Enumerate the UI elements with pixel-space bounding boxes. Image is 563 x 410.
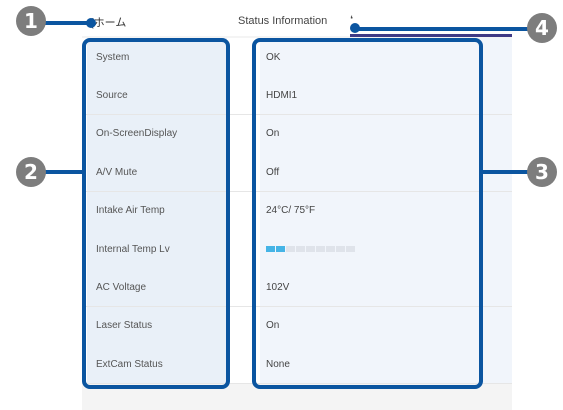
callout-badge-3: 3 xyxy=(527,157,557,187)
callout-1-dot xyxy=(86,18,96,28)
callout-4-leader xyxy=(355,27,535,31)
callout-4-dot xyxy=(350,23,360,33)
header-underline xyxy=(350,34,512,37)
callout-1-leader xyxy=(44,21,92,25)
callout-2-leader xyxy=(44,170,84,174)
page-title: Status Information xyxy=(238,15,328,27)
callout-badge-4: 4 xyxy=(527,13,557,43)
home-label: ホーム xyxy=(93,17,127,29)
value-column-callout xyxy=(252,38,483,389)
callout-badge-2: 2 xyxy=(16,157,46,187)
label-column-callout xyxy=(82,38,230,389)
callout-badge-1: 1 xyxy=(16,6,46,36)
callout-3-leader xyxy=(481,170,531,174)
